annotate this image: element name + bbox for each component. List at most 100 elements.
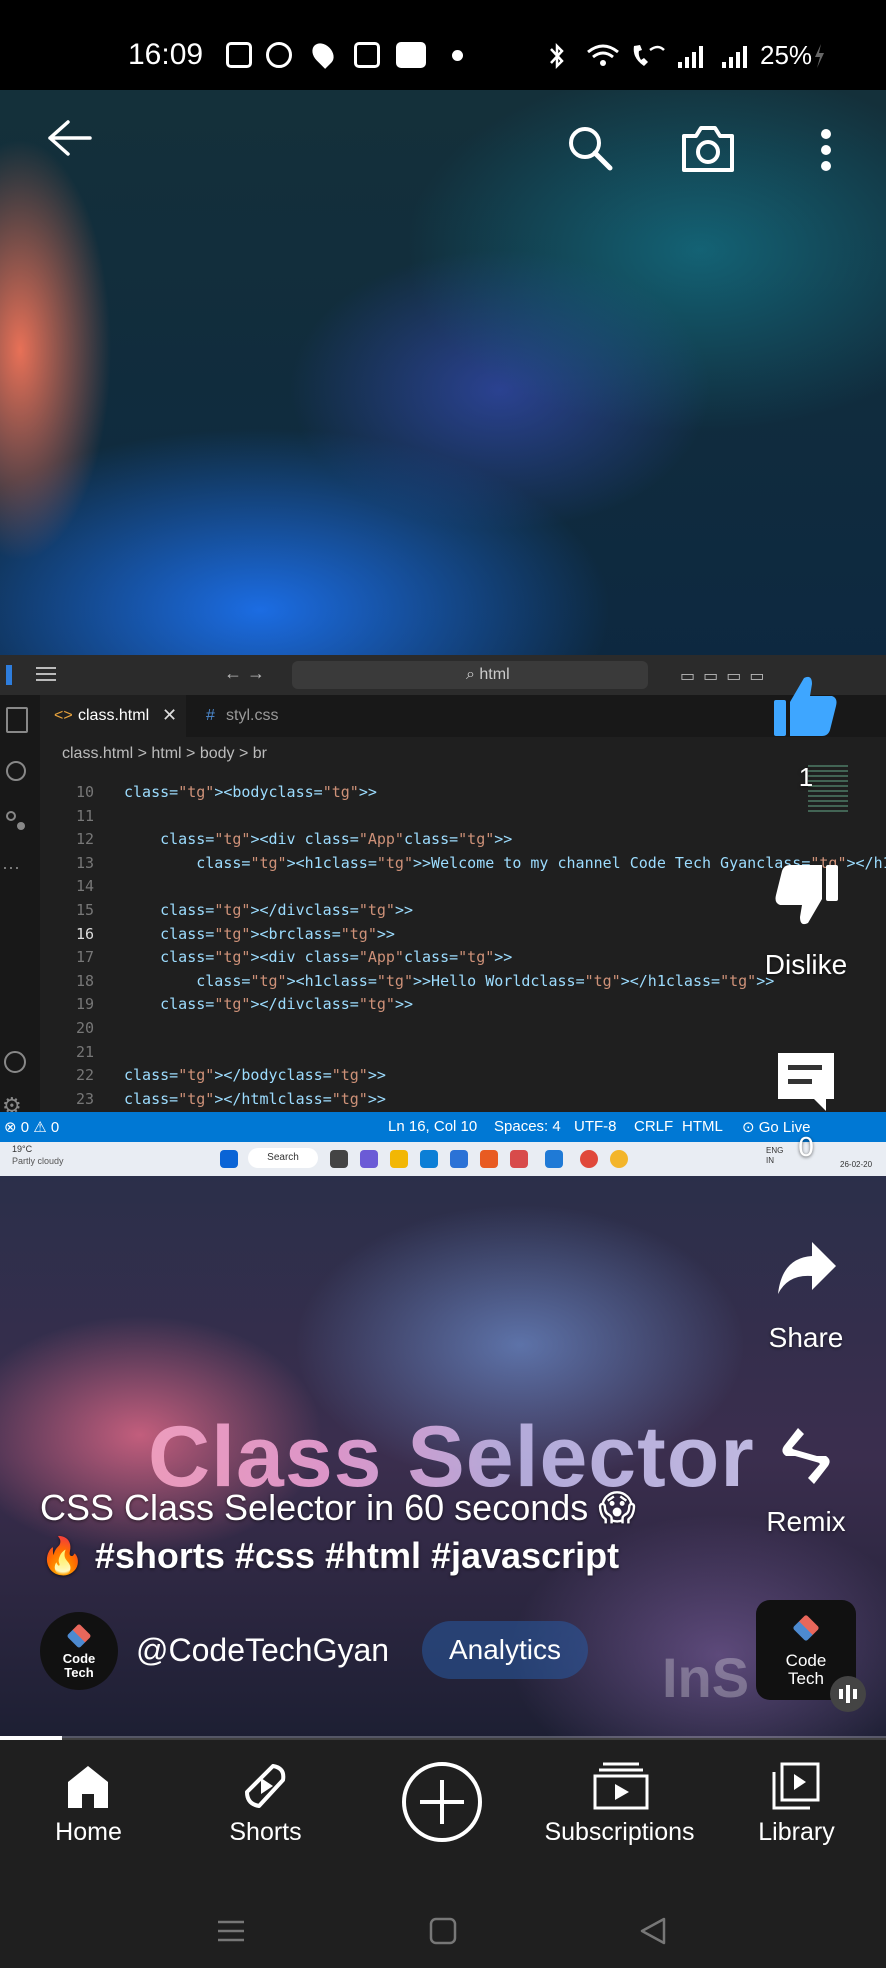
weather-temp: 19°C (12, 1144, 33, 1154)
like-button[interactable]: 1 (736, 662, 876, 792)
search-icon: ⌕ (466, 666, 480, 683)
share-button[interactable]: Share (736, 1238, 876, 1368)
search-icon (6, 761, 26, 781)
breadcrumb: class.html > html > body > br (62, 745, 267, 762)
taskbar-search-label: Search (267, 1152, 299, 1163)
like-count: 1 (798, 762, 814, 792)
task-view-icon (330, 1150, 348, 1168)
taskbar-search: Search (248, 1148, 318, 1168)
nav-library[interactable]: Library (708, 1740, 885, 1890)
equalizer-icon (830, 1676, 866, 1712)
line-number: 18 (75, 971, 94, 990)
nav-create[interactable] (354, 1740, 531, 1890)
language-status: HTML (682, 1118, 723, 1135)
activity-bar: ··· ⚙ (0, 695, 40, 1135)
shorts-icon (245, 1764, 286, 1808)
firefox-icon (480, 1150, 498, 1168)
vscode-taskbar-icon (545, 1150, 563, 1168)
weather-text: Partly cloudy (12, 1156, 64, 1166)
app-icon (510, 1150, 528, 1168)
editor-search-text: ⌕ html (466, 666, 510, 684)
battery-percent: 25% (760, 40, 813, 70)
line-number: 11 (75, 806, 94, 825)
back-button-icon[interactable] (638, 1916, 668, 1946)
line-number: 13 (75, 853, 94, 872)
nav-subscriptions-label: Subscriptions (544, 1818, 695, 1846)
code-line: class="tg"><div class="App"class="tg">> (160, 830, 513, 849)
line-number: 15 (75, 900, 94, 919)
recent-apps-icon[interactable] (216, 1916, 246, 1946)
dislike-button[interactable]: Dislike (736, 855, 876, 985)
video-hashtags[interactable]: 🔥 #shorts #css #html #javascript (40, 1535, 619, 1577)
search-icon[interactable] (566, 124, 614, 172)
chrome-icon-2 (610, 1150, 628, 1168)
wifi-icon (587, 44, 619, 66)
notification-dot-icon (452, 50, 463, 61)
nav-shorts-label: Shorts (229, 1818, 302, 1846)
thumbs-up-icon (774, 676, 837, 736)
youtube-icon (396, 42, 426, 68)
more-icon: ··· (2, 857, 20, 877)
back-arrow-icon[interactable] (46, 118, 92, 158)
problems-status: ⊗ 0 ⚠ 0 (4, 1119, 60, 1136)
nav-home[interactable]: Home (0, 1740, 177, 1890)
home-icon (68, 1766, 108, 1808)
system-navigation-bar (0, 1900, 886, 1968)
share-icon (778, 1242, 836, 1294)
home-button-icon[interactable] (428, 1916, 458, 1946)
cursor-position: Ln 16, Col 10 (388, 1118, 478, 1135)
vscode-logo-icon (6, 665, 12, 685)
notes-icon (226, 42, 252, 68)
encoding-status: UTF-8 (574, 1118, 617, 1135)
indent-status: Spaces: 4 (494, 1118, 561, 1135)
library-icon (772, 1762, 820, 1810)
battery-icon (815, 44, 824, 68)
css-file-icon: # (206, 707, 215, 724)
more-vert-icon[interactable] (816, 126, 836, 174)
tab-label: class.html (78, 707, 150, 724)
subscriptions-icon (593, 1762, 649, 1810)
share-label: Share (768, 1322, 844, 1353)
line-number: 17 (75, 948, 94, 967)
bluetooth-icon (550, 42, 564, 70)
close-icon: ✕ (162, 705, 178, 725)
html-file-icon: <> (54, 707, 73, 724)
remix-button[interactable]: Remix (736, 1420, 876, 1550)
channel-avatar[interactable]: Code Tech (40, 1612, 118, 1690)
inshot-watermark: InShot (662, 1646, 752, 1709)
logo-cube-icon (66, 1623, 92, 1649)
eol-status: CRLF (634, 1118, 674, 1135)
camera-icon[interactable] (680, 122, 736, 174)
nav-library-label: Library (758, 1818, 835, 1846)
chrome-icon (580, 1150, 598, 1168)
windows-start-icon (220, 1150, 238, 1168)
comments-button[interactable]: 0 (736, 1045, 876, 1175)
wifi-calling-icon (633, 45, 665, 66)
code-line: class="tg"></divclass="tg">> (160, 995, 413, 1014)
menu-icon (36, 667, 56, 669)
signal-icon (678, 46, 703, 68)
source-control-icon (6, 811, 16, 821)
logo-cube-icon (792, 1614, 820, 1642)
bottom-navigation: Home Shorts Subscriptions Library (0, 1740, 886, 1968)
analytics-button[interactable]: Analytics (422, 1621, 588, 1679)
video-title[interactable]: CSS Class Selector in 60 seconds 😱 (40, 1487, 636, 1529)
line-number: 10 (75, 783, 94, 801)
line-numbers: 10 11 12 13 14 15 16 17 18 19 20 21 22 23 (54, 781, 94, 1111)
line-number: 20 (75, 1018, 94, 1037)
explorer-icon (6, 707, 28, 733)
nav-shorts[interactable]: Shorts (177, 1740, 354, 1890)
line-number: 14 (75, 877, 94, 896)
line-number: 16 (75, 924, 94, 943)
remix-icon (782, 1428, 830, 1484)
folder-icon (390, 1150, 408, 1168)
nav-home-label: Home (55, 1818, 122, 1846)
channel-handle[interactable]: @CodeTechGyan (136, 1632, 389, 1669)
nav-subscriptions[interactable]: Subscriptions (531, 1740, 708, 1890)
signal-icon-2 (722, 46, 747, 68)
account-icon (4, 1051, 26, 1073)
line-number: 21 (75, 1042, 94, 1061)
teams-icon (266, 42, 292, 68)
